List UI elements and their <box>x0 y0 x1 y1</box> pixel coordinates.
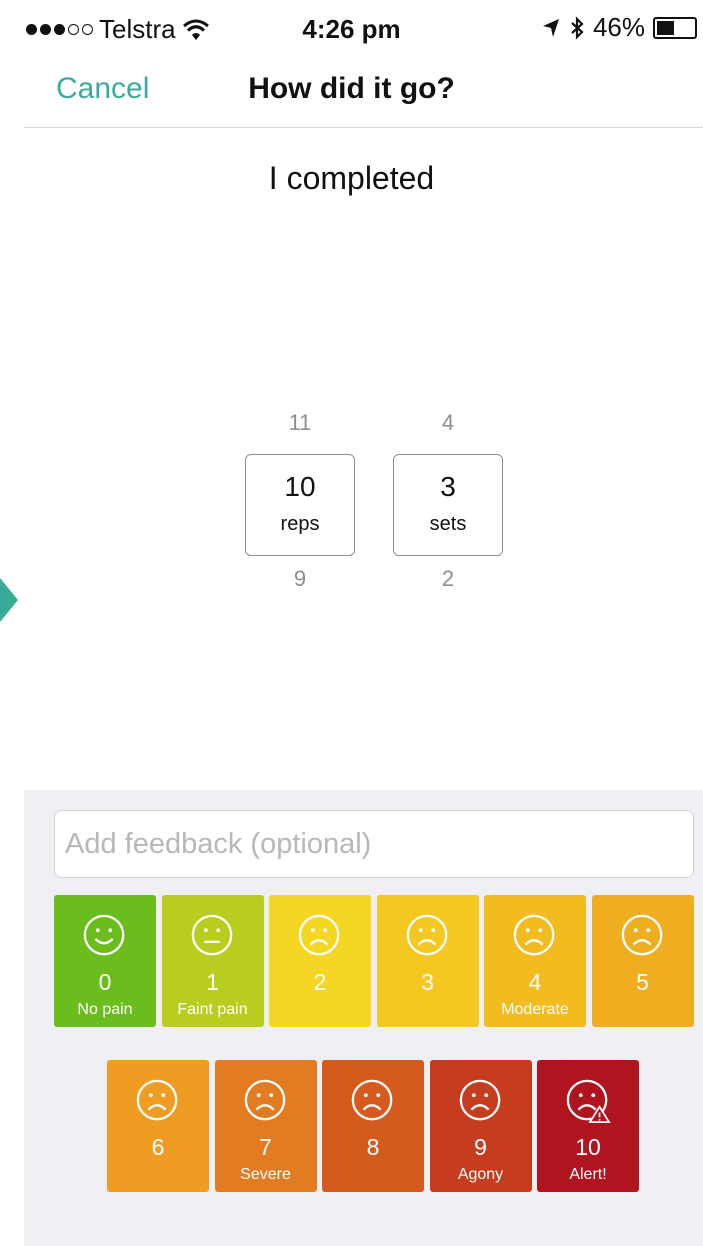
pain-level-0-button[interactable]: 0 No pain <box>54 895 156 1027</box>
pain-level-8-button[interactable]: 8 <box>322 1060 424 1192</box>
battery-icon <box>653 16 697 39</box>
reps-picker[interactable]: 11 10 reps 9 <box>245 408 355 594</box>
neutral-face-icon <box>190 913 236 959</box>
reps-below-value[interactable]: 9 <box>245 564 355 594</box>
page-title: How did it go? <box>248 72 455 105</box>
side-arrow-icon <box>0 578 18 622</box>
pain-level-label: Alert! <box>569 1166 607 1183</box>
frown-face-icon <box>458 1078 504 1124</box>
location-arrow-icon <box>542 18 559 37</box>
pain-level-label: Severe <box>240 1166 291 1183</box>
pain-level-label: No pain <box>77 1001 133 1018</box>
pain-level-1-button[interactable]: 1 Faint pain <box>161 895 264 1027</box>
pain-level-number: 6 <box>151 1134 165 1160</box>
frown-face-icon <box>620 913 666 959</box>
reps-value: 10 <box>284 471 316 502</box>
pain-level-6-button[interactable]: 6 <box>107 1060 209 1192</box>
pain-level-number: 2 <box>313 969 327 995</box>
battery-fill <box>657 20 674 35</box>
sets-selected-box[interactable]: 3 sets <box>393 454 503 556</box>
pain-level-number: 7 <box>259 1134 272 1160</box>
frown-face-icon <box>297 913 343 959</box>
pain-level-number: 1 <box>206 969 219 995</box>
pain-level-label: Faint pain <box>177 1001 248 1018</box>
sets-below-value[interactable]: 2 <box>393 564 503 594</box>
sets-value: 3 <box>440 471 456 502</box>
alert-frown-face-icon <box>565 1078 611 1124</box>
pain-level-2-button[interactable]: 2 <box>269 895 371 1027</box>
pain-level-5-button[interactable]: 5 <box>591 895 694 1027</box>
status-bar: Telstra 4:26 pm 46% <box>0 0 703 60</box>
pain-level-7-button[interactable]: 7 Severe <box>214 1060 317 1192</box>
frown-face-icon <box>512 913 558 959</box>
bluetooth-icon <box>571 15 584 40</box>
reps-selected-box[interactable]: 10 reps <box>245 454 355 556</box>
reps-unit: reps <box>280 513 320 535</box>
sets-picker[interactable]: 4 3 sets 2 <box>393 408 503 594</box>
pain-level-number: 5 <box>636 969 649 995</box>
pain-level-number: 10 <box>575 1134 601 1160</box>
pain-level-number: 9 <box>474 1134 487 1160</box>
sets-above-value[interactable]: 4 <box>393 408 503 438</box>
frown-face-icon <box>135 1078 181 1124</box>
status-right: 46% <box>541 12 697 43</box>
feedback-input[interactable] <box>54 810 694 878</box>
pain-level-label: Moderate <box>501 1001 569 1018</box>
smile-face-icon <box>82 913 128 959</box>
pain-level-number: 3 <box>421 969 434 995</box>
frown-face-icon <box>350 1078 396 1124</box>
pain-level-number: 4 <box>528 969 542 995</box>
sets-unit: sets <box>429 513 467 535</box>
completed-label: I completed <box>268 160 435 196</box>
frown-face-icon <box>405 913 451 959</box>
pain-level-9-button[interactable]: 9 Agony <box>429 1060 532 1192</box>
frown-face-icon <box>243 1078 289 1124</box>
battery-percent: 46% <box>592 12 645 42</box>
pain-level-3-button[interactable]: 3 <box>376 895 479 1027</box>
pain-level-label: Agony <box>457 1166 504 1183</box>
pain-level-number: 8 <box>366 1134 380 1160</box>
pain-level-10-button[interactable]: 10 Alert! <box>537 1060 639 1192</box>
reps-above-value[interactable]: 11 <box>245 408 355 438</box>
nav-bar: Cancel How did it go? <box>24 60 703 128</box>
pain-level-number: 0 <box>98 969 112 995</box>
pain-level-4-button[interactable]: 4 Moderate <box>484 895 586 1027</box>
